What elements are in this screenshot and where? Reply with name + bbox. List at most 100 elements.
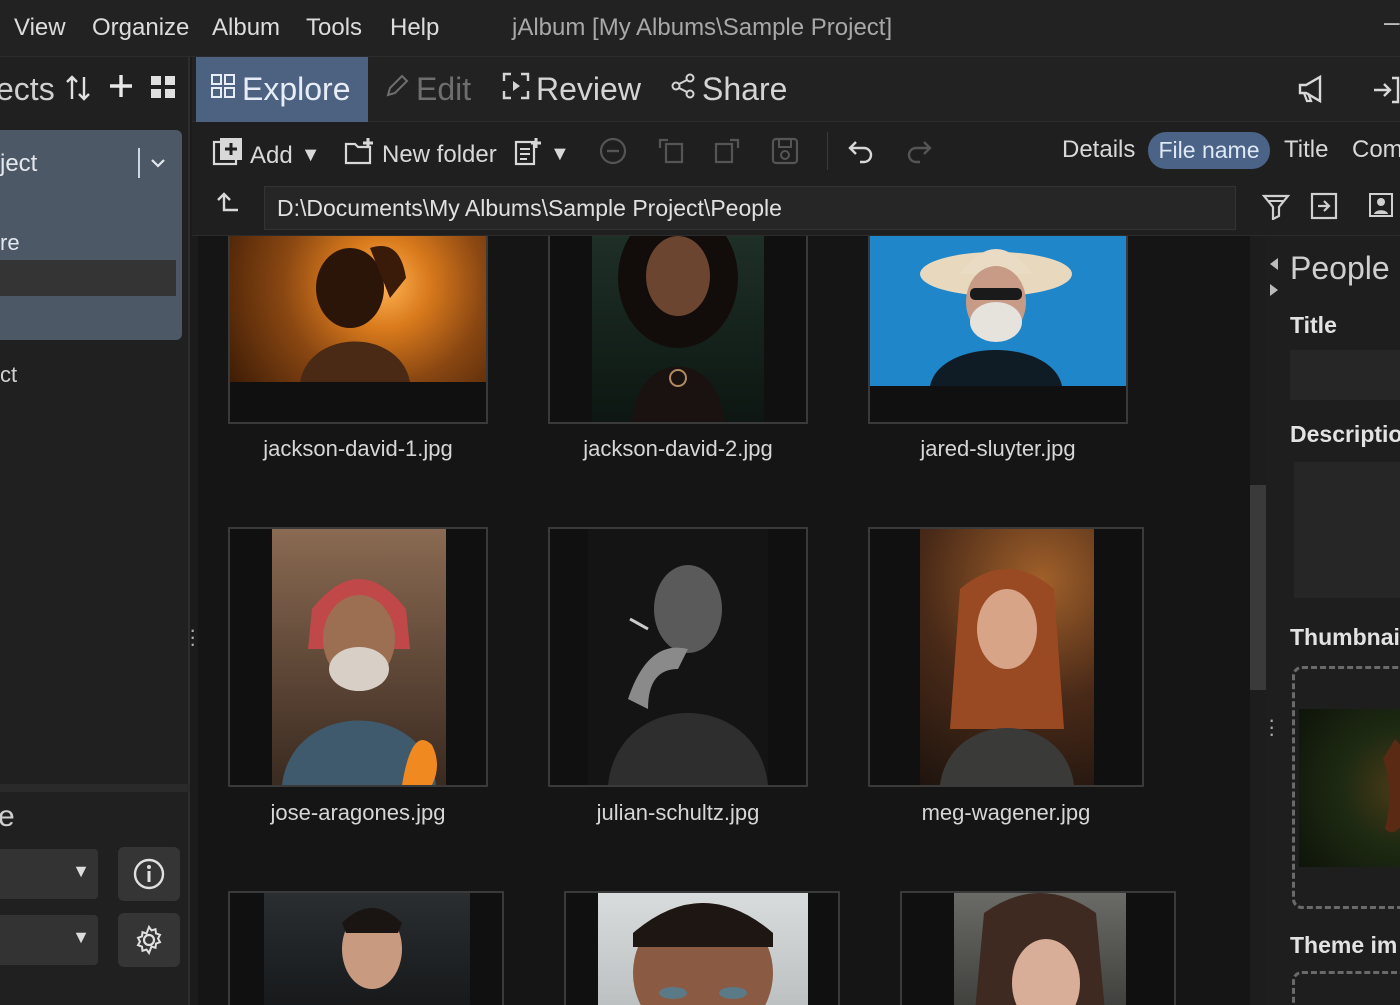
sort-details[interactable]: Details [1062,136,1135,164]
pencil-icon [384,73,410,106]
photo [588,529,768,785]
new-folder-button[interactable]: New folder [344,136,497,173]
skin-select[interactable]: ▼ [0,849,98,899]
preview-icon[interactable] [1368,192,1394,225]
rotate-left-icon[interactable] [656,136,686,166]
info-icon [133,858,165,890]
filter-icon[interactable] [1261,192,1291,227]
info-button[interactable] [118,847,180,901]
settings-button[interactable] [118,913,180,967]
description-field[interactable] [1294,462,1400,598]
toolbar-divider [827,132,828,170]
caret-down-icon: ▼ [300,144,321,166]
menu-organize[interactable]: Organize [92,14,189,42]
folder-name: People [1290,250,1390,286]
export-menu-button[interactable]: ▼ [514,136,570,173]
add-label: Add [250,141,293,169]
minimize-button[interactable]: – [1384,6,1400,38]
thumbnail-meg-wagener[interactable] [868,527,1144,787]
theme-image-label: Theme im [1290,932,1398,958]
menu-tools[interactable]: Tools [306,14,362,42]
thumbnail-jackson-david-1[interactable] [228,236,488,424]
chevron-down-icon[interactable] [150,148,166,184]
up-folder-icon[interactable] [214,190,242,227]
redo-icon[interactable] [904,136,934,166]
sort-comment[interactable]: Com [1352,136,1400,164]
add-button[interactable]: Add ▼ [212,136,321,175]
path-bar: D:\Documents\My Albums\Sample Project\Pe… [192,180,1400,236]
photo [598,893,808,1005]
megaphone-icon[interactable] [1296,73,1328,110]
photo [592,236,764,422]
gear-icon [136,924,162,956]
description-label: Descriptio [1290,421,1400,447]
thumbnail-julian-schultz[interactable] [548,527,808,787]
splitter-grip-icon[interactable]: · · · [1268,709,1275,745]
thumbnail-drop-zone[interactable] [1292,666,1400,909]
tab-edit-label: Edit [416,71,472,107]
sign-in-icon[interactable] [1372,75,1400,110]
thumbnail-row3-2[interactable] [564,891,840,1005]
file-name-label: meg-wagener.jpg [921,800,1091,825]
file-name-label: jackson-david-1.jpg [263,436,453,461]
thumbnail-jackson-david-2[interactable] [548,236,808,424]
save-icon[interactable] [770,136,800,166]
tab-explore[interactable]: Explore [196,57,368,122]
review-icon [502,72,530,107]
panel-splitter[interactable] [0,784,190,792]
thumbnail-label: Thumbnai [1290,624,1400,650]
rotate-right-icon[interactable] [712,136,742,166]
project-subitem[interactable]: re [0,230,20,256]
sort-icon[interactable] [64,73,92,110]
tab-review[interactable]: Review [502,57,641,122]
file-name-label: julian-schultz.jpg [596,800,760,825]
project-name: ject [0,150,38,177]
menu-view[interactable]: View [14,14,66,42]
grid-view-icon[interactable] [150,74,176,107]
projects-header: ects [0,57,190,123]
add-files-icon [212,136,244,175]
thumbnail-preview [1299,709,1400,867]
thumbnail-row3-3[interactable] [900,891,1176,1005]
tab-share[interactable]: Share [670,57,787,122]
sort-title[interactable]: Title [1284,136,1328,164]
photo [920,529,1094,785]
style-select[interactable]: ▼ [0,915,98,965]
thumbnail-row3-1[interactable] [228,891,504,1005]
file-name-label: jose-aragones.jpg [270,800,446,825]
tab-review-label: Review [536,71,641,107]
menu-album[interactable]: Album [212,14,280,42]
remove-icon[interactable] [598,136,628,166]
share-icon [670,73,696,106]
thumbnail-grid: jackson-david-1.jpg jackson-david-2.jpg … [198,236,1250,1005]
open-folder-icon[interactable] [1310,192,1338,227]
photo [230,236,486,382]
add-project-icon[interactable] [108,73,134,106]
thumbnail-jose-aragones[interactable] [228,527,488,787]
caret-down-icon: ▼ [72,927,90,947]
divider [138,148,140,178]
title-label: Title [1290,312,1337,338]
sort-file-name[interactable]: File name [1148,132,1270,169]
window-title: jAlbum [My Albums\Sample Project] [512,14,893,41]
grid-scrollbar-thumb[interactable] [1250,485,1266,690]
theme-image-drop-zone[interactable] [1292,971,1400,1005]
tab-explore-label: Explore [242,71,351,107]
project-subitem-selected[interactable] [0,260,176,296]
undo-icon[interactable] [846,136,876,166]
project-item[interactable]: ct [0,362,17,388]
tab-edit[interactable]: Edit [384,57,471,122]
collapse-arrows-icon[interactable] [1268,246,1280,301]
thumbnail-jared-sluyter[interactable] [868,236,1128,424]
path-field[interactable]: D:\Documents\My Albums\Sample Project\Pe… [264,186,1236,230]
tab-share-label: Share [702,71,788,107]
toolbar: Add ▼ New folder ▼ Details File name Tit… [192,122,1400,180]
project-item-selected[interactable]: ject re [0,130,182,340]
splitter-grip-icon[interactable]: · · · [189,619,196,655]
projects-panel: ects ject re ct e ▼ ▼ [0,57,190,1005]
projects-title: ects [0,71,55,107]
title-field[interactable] [1290,350,1400,400]
mode-tabs: Explore Edit Review Share [192,57,1400,122]
file-name-label: jackson-david-2.jpg [583,436,773,461]
menu-help[interactable]: Help [390,14,439,42]
